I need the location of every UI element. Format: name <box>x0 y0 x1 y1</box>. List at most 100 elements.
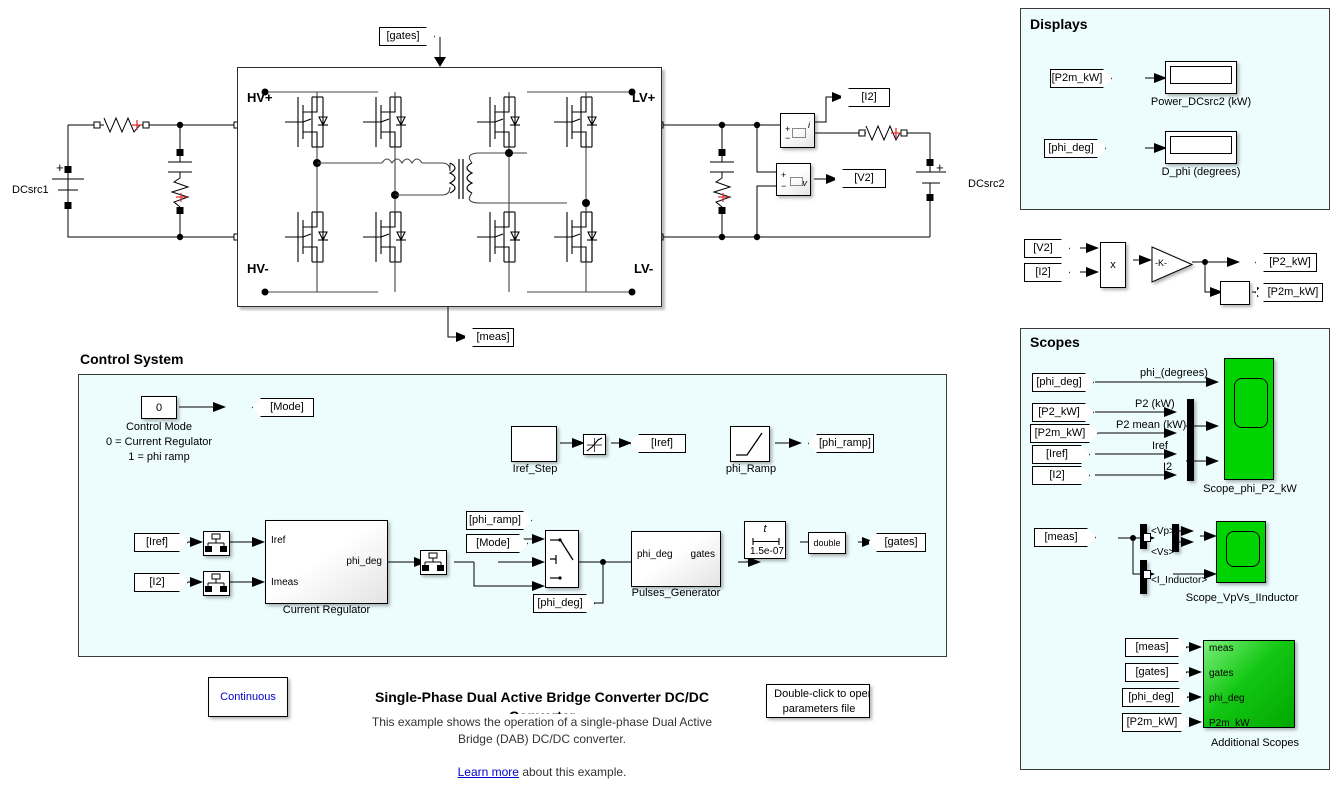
scope1-signal-label-p2: P2 (kW) <box>1135 398 1175 410</box>
iref-from-tag-regulator[interactable]: [Iref] <box>134 533 188 552</box>
scope1-signal-label-phi: phi_(degrees) <box>1140 367 1208 379</box>
scope2-screen-glyph <box>1226 531 1260 567</box>
phideg-from-tag-scope1[interactable]: [phi_deg] <box>1032 373 1094 392</box>
i2-goto-tag[interactable]: [I2] <box>840 88 890 107</box>
dcsrc1-label: DCsrc1 <box>12 184 49 196</box>
parameters-file-line2: parameters file <box>782 703 856 715</box>
gates-from-tag-scope3[interactable]: [gates] <box>1125 663 1187 682</box>
p2mkw-from-tag-scope1[interactable]: [P2m_kW] <box>1030 424 1098 443</box>
model-description-line2: Bridge (DAB) DC/DC converter. <box>457 732 627 746</box>
iref-step-block[interactable] <box>511 426 557 462</box>
mode-goto-tag[interactable]: [Mode] <box>252 398 314 417</box>
additional-scopes-name: Additional Scopes <box>1210 737 1300 749</box>
scope1-signal-label-i2: I2 <box>1163 461 1173 473</box>
display-d-phi-value <box>1170 136 1232 154</box>
v2-from-tag-calc[interactable]: [V2] <box>1024 239 1070 258</box>
voltage-meas-v-symbol: v <box>802 178 808 188</box>
pulses-generator-block[interactable]: phi_deg gates <box>631 531 721 587</box>
phideg-goto-tag-control[interactable]: [phi_deg] <box>533 594 595 613</box>
i2-from-tag-scope1[interactable]: [I2] <box>1032 466 1090 485</box>
display-d-phi[interactable] <box>1165 131 1237 164</box>
phi-ramp-name: phi_Ramp <box>725 463 777 475</box>
voltage-measurement-block[interactable]: + − v <box>776 163 811 196</box>
current-meas-i-symbol: i <box>808 120 810 130</box>
control-mode-caption-line3: 1 = phi ramp <box>128 451 190 463</box>
control-system-title: Control System <box>80 351 184 367</box>
phi-ramp-block[interactable] <box>730 426 770 462</box>
mean-block[interactable] <box>1220 281 1250 305</box>
scope2-selector-glyph-top <box>1143 533 1151 542</box>
bridge-terminal-lv-plus: LV+ <box>632 90 656 105</box>
learn-more-link[interactable]: Learn more <box>458 765 519 779</box>
bridge-terminal-hv-plus: HV+ <box>247 90 273 105</box>
current-regulator-block[interactable]: Iref Imeas phi_deg <box>265 520 388 604</box>
additional-scopes-port-p2mkw: P2m_kW <box>1209 718 1250 729</box>
mode-from-tag-switch[interactable]: [Mode] <box>466 534 528 553</box>
iref-saturation-block[interactable] <box>583 434 606 455</box>
dcsrc2-plus-sign: + <box>936 160 944 175</box>
bridge-terminal-hv-minus: HV- <box>247 261 269 276</box>
pulses-generator-name: Pulses_Generator <box>631 587 721 599</box>
solver-configuration-label: Continuous <box>220 691 276 703</box>
product-block[interactable]: x <box>1100 242 1126 288</box>
v2-goto-tag[interactable]: [V2] <box>834 169 886 188</box>
voltage-meas-glyph <box>790 177 803 186</box>
current-meas-minus: − <box>785 133 791 143</box>
current-measurement-block[interactable]: + − i <box>780 113 815 148</box>
gates-goto-tag-control[interactable]: [gates] <box>868 533 926 552</box>
iref-from-tag-scope1[interactable]: [Iref] <box>1032 445 1090 464</box>
meas-goto-tag-bridge[interactable]: [meas] <box>464 328 514 347</box>
control-mode-constant[interactable]: 0 <box>141 396 177 419</box>
additional-scopes-port-phideg: phi_deg <box>1209 693 1245 704</box>
voltage-meas-plus: + <box>781 170 787 180</box>
scope2-signal-iinductor: <I_Inductor> <box>1151 575 1208 586</box>
phideg-from-tag-scope3[interactable]: [phi_deg] <box>1122 688 1188 707</box>
scope1-signal-label-p2mean: P2 mean (kW) <box>1116 419 1187 431</box>
meas-from-tag-scope2[interactable]: [meas] <box>1034 528 1096 547</box>
switch-block[interactable] <box>545 530 579 588</box>
data-type-conversion-block[interactable]: double <box>808 532 846 554</box>
scope-phi-p2-kw[interactable] <box>1224 358 1274 480</box>
p2mkw-from-tag-scope3[interactable]: [P2m_kW] <box>1122 713 1190 732</box>
solver-configuration-block[interactable]: Continuous <box>208 677 288 717</box>
display-power-dcsrc2-caption: Power_DCsrc2 (kW) <box>1150 96 1252 108</box>
phi-ramp-goto-tag[interactable]: [phi_ramp] <box>808 434 874 453</box>
iref-goto-tag[interactable]: [Iref] <box>630 434 686 453</box>
transport-delay-block[interactable]: t 1.5e-07 <box>744 521 786 559</box>
p2kw-goto-tag[interactable]: [P2_kW] <box>1255 253 1317 272</box>
current-regulator-port-iref: Iref <box>271 535 286 546</box>
rate-transition-i2[interactable] <box>203 571 230 596</box>
additional-scopes-port-meas: meas <box>1209 643 1234 654</box>
model-description: This example shows the operation of a si… <box>342 714 742 748</box>
scope1-screen-glyph <box>1234 378 1268 428</box>
parameters-file-block[interactable]: Double-click to open parameters file <box>766 684 870 718</box>
rate-transition-phideg[interactable] <box>420 550 447 575</box>
product-symbol: x <box>1110 259 1116 271</box>
gain-block[interactable]: -K- <box>1151 246 1194 283</box>
p2mkw-goto-tag[interactable]: [P2m_kW] <box>1255 283 1323 302</box>
i2-from-tag-regulator[interactable]: [I2] <box>134 573 188 592</box>
meas-from-tag-scope3[interactable]: [meas] <box>1125 638 1187 657</box>
bridge-terminal-lv-minus: LV- <box>634 261 654 276</box>
scope-vp-vs-iinductor[interactable] <box>1216 521 1266 583</box>
scope2-selector-glyph-bottom <box>1143 570 1151 579</box>
p2m-from-tag-display[interactable]: [P2m_kW] <box>1050 69 1112 88</box>
gain-label: -K- <box>1155 258 1167 268</box>
rate-transition-iref[interactable] <box>203 531 230 556</box>
mean-block-label <box>1221 282 1249 304</box>
transport-delay-t: t <box>763 523 767 535</box>
display-power-dcsrc2[interactable] <box>1165 61 1237 94</box>
model-title-text: Single-Phase Dual Active Bridge Converte… <box>374 689 709 714</box>
control-mode-caption-line2: 0 = Current Regulator <box>105 436 213 448</box>
phiramp-from-tag-switch[interactable]: [phi_ramp] <box>466 511 532 530</box>
gates-from-tag-bridge[interactable]: [gates] <box>379 27 435 46</box>
dcsrc1-plus-sign: + <box>56 160 64 175</box>
current-meas-glyph <box>792 128 806 138</box>
p2kw-from-tag-scope1[interactable]: [P2_kW] <box>1032 403 1094 422</box>
transport-delay-glyph <box>752 538 780 545</box>
i2-from-tag-calc[interactable]: [I2] <box>1024 263 1070 282</box>
additional-scopes-block[interactable]: meas gates phi_deg P2m_kW <box>1203 640 1295 729</box>
dcsrc2-label: DCsrc2 <box>968 178 1005 190</box>
phideg-from-tag-display[interactable]: [phi_deg] <box>1044 139 1106 158</box>
scope1-mux-bar <box>1187 399 1194 481</box>
